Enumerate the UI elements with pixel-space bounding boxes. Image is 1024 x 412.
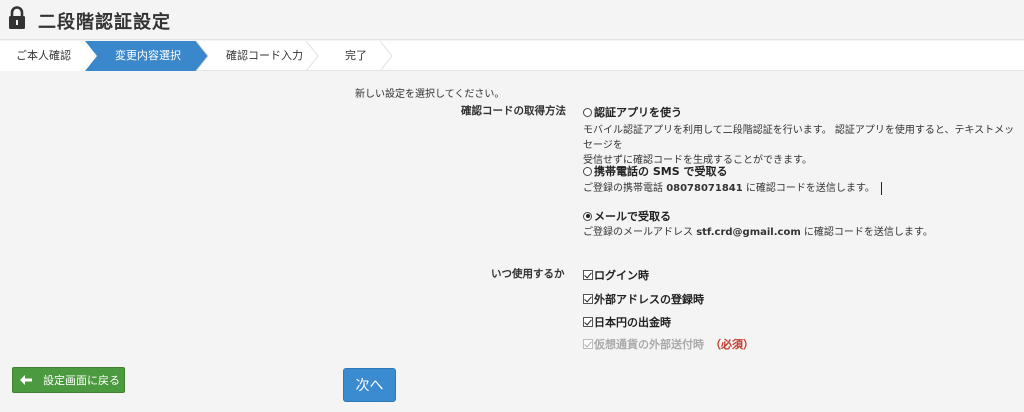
radio-sms[interactable]: 携帯電話の SMS で受取る — [583, 163, 727, 179]
checkbox-external-address[interactable]: 外部アドレスの登録時 — [583, 291, 704, 307]
auth-app-description: モバイル認証アプリを利用して二段階認証を行います。 認証アプリを使用すると、テキ… — [583, 123, 1024, 168]
checkbox-jpy-withdrawal[interactable]: 日本円の出金時 — [583, 314, 671, 330]
radio-label: メールで受取る — [594, 210, 671, 223]
email-address: stf.crd@gmail.com — [696, 227, 801, 238]
page-title: 二段階認証設定 — [38, 12, 171, 33]
step-identity: ご本人確認 — [16, 49, 71, 62]
arrow-left-icon — [20, 375, 34, 385]
auth-app-desc-line1: モバイル認証アプリを利用して二段階認証を行います。 認証アプリを使用すると、テキ… — [583, 125, 1015, 151]
radio-mark — [583, 107, 592, 117]
step-indicator: ご本人確認 変更内容選択 確認コード入力 完了 — [0, 41, 1024, 71]
checkbox-crypto-transfer: 仮想通貨の外部送付時 （必須） — [583, 336, 754, 352]
sms-desc-suffix: に確認コードを送信します。 — [742, 183, 875, 194]
checkbox-login[interactable]: ログイン時 — [583, 267, 649, 283]
method-label: 確認コードの取得方法 — [461, 105, 566, 117]
phone-number: 08078071841 — [666, 183, 743, 194]
checkbox-mark — [583, 294, 593, 304]
back-to-settings-button[interactable]: 設定画面に戻る — [12, 367, 125, 393]
back-button-label: 設定画面に戻る — [43, 374, 120, 387]
intro-text: 新しい設定を選択してください。 — [355, 89, 505, 100]
radio-auth-app[interactable]: 認証アプリを使う — [583, 104, 682, 120]
email-desc-prefix: ご登録のメールアドレス — [583, 227, 697, 238]
checkbox-label: ログイン時 — [594, 269, 649, 282]
checkbox-mark — [583, 270, 593, 280]
step-select-changes: 変更内容選択 — [115, 49, 181, 62]
email-desc-suffix: に確認コードを送信します。 — [800, 227, 933, 238]
checkbox-label: 日本円の出金時 — [594, 316, 671, 329]
checkbox-mark — [583, 317, 593, 327]
required-note: （必須） — [710, 338, 754, 351]
email-description: ご登録のメールアドレス stf.crd@gmail.com に確認コードを送信し… — [583, 225, 933, 240]
checkbox-label: 外部アドレスの登録時 — [594, 293, 704, 306]
radio-label: 認証アプリを使う — [594, 106, 682, 119]
step-complete: 完了 — [345, 49, 367, 62]
sms-description: ご登録の携帯電話 08078071841 に確認コードを送信します。 — [583, 181, 882, 196]
radio-mark — [583, 166, 592, 176]
next-button[interactable]: 次へ — [343, 368, 396, 402]
usage-label: いつ使用するか — [491, 268, 565, 280]
checkbox-label: 仮想通貨の外部送付時 — [594, 338, 704, 351]
page-header: 二段階認証設定 — [0, 0, 1024, 40]
step-enter-code: 確認コード入力 — [226, 49, 303, 62]
checkbox-mark — [583, 339, 593, 349]
radio-mark-selected — [583, 211, 592, 221]
radio-label: 携帯電話の SMS で受取る — [594, 165, 728, 178]
text-cursor — [880, 181, 882, 195]
lock-icon — [9, 6, 25, 29]
sms-desc-prefix: ご登録の携帯電話 — [583, 183, 667, 194]
radio-email[interactable]: メールで受取る — [583, 208, 671, 224]
